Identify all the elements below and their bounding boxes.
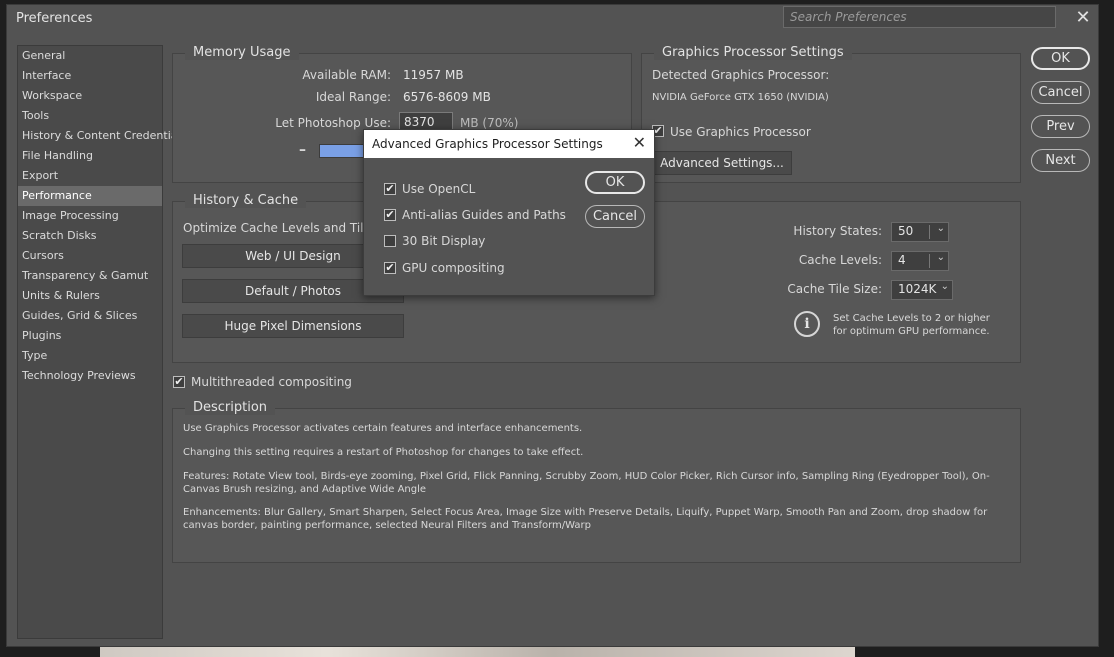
sidebar-item-type[interactable]: Type bbox=[18, 346, 162, 366]
history-states-select[interactable]: 50 ⌄ bbox=[891, 222, 949, 242]
description-p2: Changing this setting requires a restart… bbox=[183, 447, 584, 458]
available-ram-value: 11957 MB bbox=[403, 68, 464, 82]
close-icon[interactable]: ✕ bbox=[1072, 7, 1094, 29]
multithreaded-compositing-label: Multithreaded compositing bbox=[191, 375, 352, 389]
ok-button[interactable]: OK bbox=[1031, 47, 1090, 70]
description-title: Description bbox=[185, 400, 276, 415]
use-gpu-label: Use Graphics Processor bbox=[670, 125, 811, 139]
sidebar-item-file-handling[interactable]: File Handling bbox=[18, 146, 162, 166]
dialog-cancel-button[interactable]: Cancel bbox=[585, 205, 645, 228]
cache-levels-select[interactable]: 4 ⌄ bbox=[891, 251, 949, 271]
cache-levels-value: 4 bbox=[898, 253, 906, 267]
sidebar-item-technology-previews[interactable]: Technology Previews bbox=[18, 366, 162, 386]
graphics-processor-title: Graphics Processor Settings bbox=[654, 45, 852, 60]
sidebar-item-image-processing[interactable]: Image Processing bbox=[18, 206, 162, 226]
history-cache-title: History & Cache bbox=[185, 193, 307, 208]
cache-levels-label: Cache Levels: bbox=[798, 253, 882, 267]
memory-usage-title: Memory Usage bbox=[185, 45, 299, 60]
sidebar-item-guides-grid-slices[interactable]: Guides, Grid & Slices bbox=[18, 306, 162, 326]
dialog-title: Advanced Graphics Processor Settings bbox=[372, 137, 603, 151]
chevron-down-icon: ⌄ bbox=[936, 223, 945, 234]
next-button[interactable]: Next bbox=[1031, 149, 1090, 172]
chevron-down-icon: ⌄ bbox=[940, 281, 949, 292]
optimize-cache-label: Optimize Cache Levels and Tile S bbox=[183, 221, 383, 235]
prev-button[interactable]: Prev bbox=[1031, 115, 1090, 138]
multithreaded-compositing-checkbox[interactable]: ✔ bbox=[173, 376, 185, 388]
sidebar-item-units-rulers[interactable]: Units & Rulers bbox=[18, 286, 162, 306]
advanced-settings-button[interactable]: Advanced Settings... bbox=[652, 151, 792, 175]
sidebar-item-history-content-credentials[interactable]: History & Content Credentials bbox=[18, 126, 186, 146]
chevron-down-icon: ⌄ bbox=[936, 252, 945, 263]
history-states-value: 50 bbox=[898, 224, 914, 238]
decrease-memory-icon[interactable]: – bbox=[299, 142, 306, 158]
ideal-range-label: Ideal Range: bbox=[315, 90, 391, 104]
sidebar-item-general[interactable]: General bbox=[18, 46, 162, 66]
advanced-gpu-dialog: Advanced Graphics Processor Settings ✕ ✔… bbox=[363, 129, 655, 296]
title-bar: Preferences Search Preferences ✕ bbox=[7, 5, 1098, 33]
history-states-label: History States: bbox=[793, 224, 882, 238]
sidebar-item-interface[interactable]: Interface bbox=[18, 66, 162, 86]
search-input[interactable]: Search Preferences bbox=[783, 6, 1056, 28]
dialog-option-checkbox[interactable]: ✔ bbox=[384, 209, 396, 221]
sidebar-item-performance[interactable]: Performance bbox=[18, 186, 162, 206]
cache-info-text: Set Cache Levels to 2 or higher for opti… bbox=[833, 313, 990, 337]
huge-pixel-dimensions-button[interactable]: Huge Pixel Dimensions bbox=[182, 314, 404, 338]
sidebar-item-transparency-gamut[interactable]: Transparency & Gamut bbox=[18, 266, 162, 286]
dialog-title-bar: Advanced Graphics Processor Settings ✕ bbox=[364, 130, 654, 158]
let-photoshop-use-label: Let Photoshop Use: bbox=[275, 116, 391, 130]
sidebar-item-cursors[interactable]: Cursors bbox=[18, 246, 162, 266]
dialog-ok-button[interactable]: OK bbox=[585, 171, 645, 194]
dialog-option-checkbox[interactable]: ✔ bbox=[384, 262, 396, 274]
cache-tile-size-select[interactable]: 1024K ⌄ bbox=[891, 280, 953, 300]
dialog-option-checkbox[interactable]: ✔ bbox=[384, 183, 396, 195]
dialog-option-label: Use OpenCL bbox=[402, 182, 476, 196]
sidebar-item-export[interactable]: Export bbox=[18, 166, 162, 186]
cache-tile-size-label: Cache Tile Size: bbox=[787, 282, 882, 296]
detected-gpu-value: NVIDIA GeForce GTX 1650 (NVIDIA) bbox=[652, 92, 829, 103]
dialog-option-checkbox[interactable] bbox=[384, 235, 396, 247]
description-p1: Use Graphics Processor activates certain… bbox=[183, 423, 583, 434]
dialog-option-label: 30 Bit Display bbox=[402, 234, 486, 248]
cancel-button[interactable]: Cancel bbox=[1031, 81, 1090, 104]
available-ram-label: Available RAM: bbox=[302, 68, 391, 82]
sidebar: General Interface Workspace Tools History & … bbox=[17, 45, 186, 639]
dialog-option-label: GPU compositing bbox=[402, 261, 505, 275]
graphics-processor-group: Graphics Processor Settings Detected Gra… bbox=[641, 45, 1021, 183]
dialog-option-label: Anti-alias Guides and Paths bbox=[402, 208, 566, 222]
window-title: Preferences bbox=[16, 11, 93, 26]
info-icon: i bbox=[794, 311, 820, 337]
ideal-range-value: 6576-8609 MB bbox=[403, 90, 491, 104]
preferences-window: Preferences Search Preferences ✕ General… bbox=[6, 4, 1099, 647]
description-group: Description Use Graphics Processor activ… bbox=[172, 400, 1021, 563]
sidebar-item-workspace[interactable]: Workspace bbox=[18, 86, 162, 106]
description-p3: Features: Rotate View tool, Birds-eye zo… bbox=[183, 471, 990, 495]
sidebar-item-tools[interactable]: Tools bbox=[18, 106, 162, 126]
cache-tile-size-value: 1024K bbox=[898, 282, 937, 296]
memory-slider[interactable] bbox=[319, 144, 365, 158]
description-p4: Enhancements: Blur Gallery, Smart Sharpe… bbox=[183, 507, 988, 531]
detected-gpu-label: Detected Graphics Processor: bbox=[652, 68, 830, 82]
close-icon[interactable]: ✕ bbox=[633, 133, 646, 152]
memory-unit-label: MB (70%) bbox=[460, 116, 519, 130]
sidebar-item-plugins[interactable]: Plugins bbox=[18, 326, 162, 346]
sidebar-item-scratch-disks[interactable]: Scratch Disks bbox=[18, 226, 162, 246]
